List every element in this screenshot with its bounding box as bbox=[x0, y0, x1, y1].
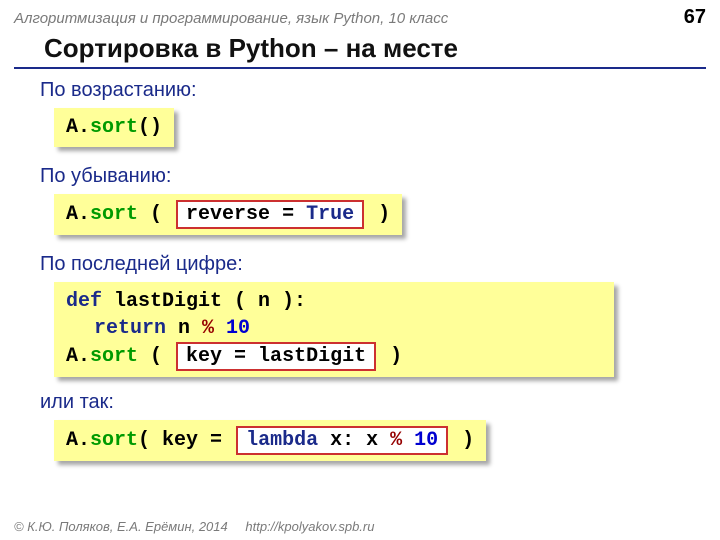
code-text: sort bbox=[90, 429, 138, 452]
heading-alt: или так: bbox=[40, 391, 690, 414]
code-keyword: def bbox=[66, 290, 102, 313]
code-text: ( bbox=[138, 203, 174, 226]
code-line: return n % 10 bbox=[66, 315, 602, 342]
content-area: По возрастанию: A.sort() По убыванию: A.… bbox=[0, 79, 720, 475]
code-text: % bbox=[190, 317, 226, 340]
code-text: A. bbox=[66, 429, 90, 452]
page-number: 67 bbox=[684, 6, 706, 29]
code-text: key = lastDigit bbox=[186, 345, 366, 368]
heading-lastdigit: По последней цифре: bbox=[40, 253, 690, 276]
code-lastdigit: def lastDigit ( n ): return n % 10 A.sor… bbox=[54, 282, 614, 377]
code-text: reverse = bbox=[186, 203, 306, 226]
code-text: ) bbox=[366, 203, 390, 226]
code-text: A. bbox=[66, 345, 90, 368]
heading-ascending: По возрастанию: bbox=[40, 79, 690, 102]
code-number: 10 bbox=[226, 317, 250, 340]
footer-url: http://kpolyakov.spb.ru bbox=[245, 519, 374, 534]
heading-descending: По убыванию: bbox=[40, 165, 690, 188]
slide-footer: © К.Ю. Поляков, Е.А. Ерёмин, 2014 http:/… bbox=[14, 519, 374, 534]
code-keyword: return bbox=[94, 317, 166, 340]
highlight-box-lambda: lambda x: x % 10 bbox=[236, 426, 448, 455]
code-text: A. bbox=[66, 203, 90, 226]
code-text: A. bbox=[66, 116, 90, 139]
code-text: n bbox=[166, 317, 190, 340]
code-text: True bbox=[306, 203, 354, 226]
slide-title: Сортировка в Python – на месте bbox=[14, 33, 706, 69]
code-lambda: A.sort( key = lambda x: x % 10 ) bbox=[54, 420, 486, 461]
slide-header: Алгоритмизация и программирование, язык … bbox=[0, 0, 720, 33]
code-number: 10 bbox=[414, 429, 438, 452]
code-ascending: A.sort() bbox=[54, 108, 174, 147]
code-text: % bbox=[378, 429, 414, 452]
code-line: def lastDigit ( n ): bbox=[66, 288, 602, 315]
highlight-box-reverse: reverse = True bbox=[176, 200, 364, 229]
code-text: x: x bbox=[318, 429, 378, 452]
highlight-box-key: key = lastDigit bbox=[176, 342, 376, 371]
code-text: ) bbox=[450, 429, 474, 452]
course-name: Алгоритмизация и программирование, язык … bbox=[14, 10, 448, 27]
code-text: sort bbox=[90, 116, 138, 139]
code-descending: A.sort ( reverse = True ) bbox=[54, 194, 402, 235]
code-text: ( bbox=[138, 345, 174, 368]
code-text: sort bbox=[90, 203, 138, 226]
code-text bbox=[222, 429, 234, 452]
code-text: () bbox=[138, 116, 162, 139]
code-text: lastDigit ( n ): bbox=[102, 290, 306, 313]
code-text: ) bbox=[378, 345, 402, 368]
code-keyword: lambda bbox=[246, 429, 318, 452]
code-text: ( key = bbox=[138, 429, 222, 452]
code-line: A.sort ( key = lastDigit ) bbox=[66, 342, 602, 371]
code-text: sort bbox=[90, 345, 138, 368]
copyright: © К.Ю. Поляков, Е.А. Ерёмин, 2014 bbox=[14, 519, 228, 534]
